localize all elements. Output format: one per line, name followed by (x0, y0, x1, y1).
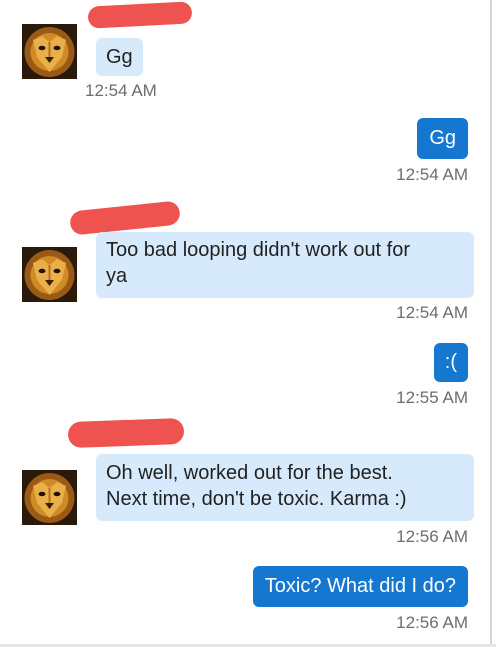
message-timestamp: 12:54 AM (85, 81, 157, 100)
sender-avatar[interactable] (22, 24, 77, 79)
lion-face-icon (22, 24, 77, 79)
message-bubble[interactable]: Oh well, worked out for the best. Next t… (96, 454, 474, 521)
redacted-sender-name (69, 200, 181, 236)
lion-face-icon (22, 470, 77, 525)
redacted-sender-name (87, 1, 193, 29)
message-bubble[interactable]: :( (433, 343, 468, 382)
lion-face-icon (22, 247, 77, 302)
message-bubble[interactable]: Too bad looping didn't work out for ya (96, 232, 474, 298)
message-timestamp: 12:54 AM (396, 165, 468, 184)
message-timestamp: 12:54 AM (396, 303, 468, 322)
sender-avatar[interactable] (22, 247, 77, 302)
scrollbar-track[interactable] (490, 0, 492, 647)
redacted-sender-name (67, 417, 185, 449)
message-timestamp: 12:56 AM (396, 527, 468, 546)
message-timestamp: 12:56 AM (396, 613, 468, 632)
message-bubble[interactable]: Gg (417, 118, 468, 159)
message-timestamp: 12:55 AM (396, 388, 468, 407)
sender-avatar[interactable] (22, 470, 77, 525)
chat-thread[interactable]: Gg 12:54 AM Gg 12:54 AM Too bad looping … (0, 0, 490, 645)
message-bubble[interactable]: Gg (96, 38, 143, 76)
message-bubble[interactable]: Toxic? What did I do? (252, 566, 468, 607)
